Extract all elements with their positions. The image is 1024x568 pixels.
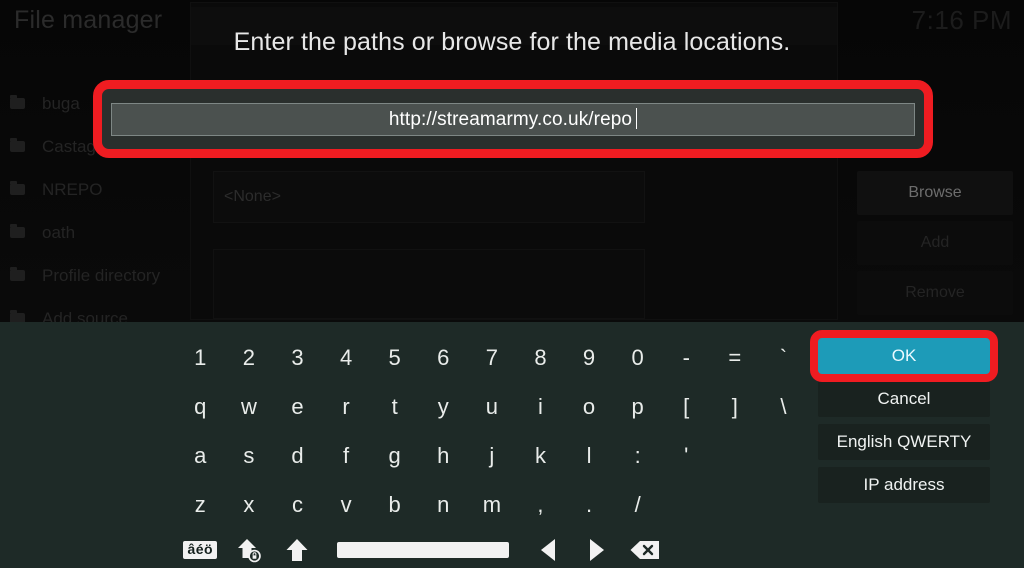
keyboard-key-e[interactable]: e: [273, 384, 322, 430]
keyboard-key-][interactable]: ]: [711, 384, 760, 430]
remove-button[interactable]: Remove: [857, 271, 1013, 315]
keyboard-layout-button[interactable]: English QWERTY: [818, 424, 990, 460]
keyboard-key-:[interactable]: :: [613, 433, 662, 479]
accent-key-label: âéö: [183, 540, 218, 560]
keyboard-key-x[interactable]: x: [225, 482, 274, 528]
folder-icon: [10, 224, 25, 238]
source-path-listbox[interactable]: <None>: [213, 171, 645, 223]
keyboard-key-o[interactable]: o: [565, 384, 614, 430]
keyboard-key-1[interactable]: 1: [176, 335, 225, 381]
add-button[interactable]: Add: [857, 221, 1013, 265]
keyboard-key-6[interactable]: 6: [419, 335, 468, 381]
keyboard-key-m[interactable]: m: [468, 482, 517, 528]
keyboard-key-`[interactable]: `: [759, 335, 808, 381]
list-item-label: Castagn: [42, 136, 106, 156]
keyboard-row-1: 1 2 3 4 5 6 7 8 9 0- = `: [176, 335, 806, 381]
shift-key[interactable]: [273, 530, 322, 568]
keyboard-key-i[interactable]: i: [516, 384, 565, 430]
browse-button[interactable]: Browse: [857, 171, 1013, 215]
keyboard-key-/[interactable]: /: [613, 482, 662, 528]
keyboard-row-3: a s d f g h j k l: ': [176, 433, 806, 479]
keyboard-key-b[interactable]: b: [370, 482, 419, 528]
keyboard-key-r[interactable]: r: [322, 384, 371, 430]
folder-icon: [10, 95, 25, 109]
keyboard-key-0[interactable]: 0: [613, 335, 662, 381]
arrow-right-icon: [589, 539, 604, 561]
keyboard-key-j[interactable]: j: [468, 433, 517, 479]
keyboard-key-k[interactable]: k: [516, 433, 565, 479]
keyboard-key-h[interactable]: h: [419, 433, 468, 479]
shift-arrow-icon: [286, 539, 308, 561]
keyboard-key-u[interactable]: u: [468, 384, 517, 430]
cancel-button[interactable]: Cancel: [818, 381, 990, 417]
ip-address-button[interactable]: IP address: [818, 467, 990, 503]
keyboard-key-[[interactable]: [: [662, 384, 711, 430]
keyboard-key-q[interactable]: q: [176, 384, 225, 430]
keyboard-key-'[interactable]: ': [662, 433, 711, 479]
keyboard-action-buttons: OK Cancel English QWERTY IP address: [818, 338, 990, 510]
source-path-value: <None>: [224, 188, 281, 205]
keyboard-key-.[interactable]: .: [565, 482, 614, 528]
accent-key[interactable]: âéö: [176, 530, 225, 568]
keyboard-row-2: q w e r t y u i o p[] \: [176, 384, 806, 430]
backspace-icon: [630, 541, 660, 559]
keyboard-key-a[interactable]: a: [176, 433, 225, 479]
screen-root: File manager 7:16 PM <None> Browse Add R…: [0, 0, 1024, 568]
keyboard-key-y[interactable]: y: [419, 384, 468, 430]
keyboard-key-z[interactable]: z: [176, 482, 225, 528]
cursor-right-key[interactable]: [572, 530, 621, 568]
keyboard-key-v[interactable]: v: [322, 482, 371, 528]
folder-icon: [10, 267, 25, 281]
folder-icon: [10, 181, 25, 195]
keyboard-key-2[interactable]: 2: [225, 335, 274, 381]
list-item[interactable]: oath: [0, 211, 195, 254]
keyboard-key-f[interactable]: f: [322, 433, 371, 479]
keyboard-key-w[interactable]: w: [225, 384, 274, 430]
keyboard-key-5[interactable]: 5: [370, 335, 419, 381]
ok-button[interactable]: OK: [818, 338, 990, 374]
keyboard-key-n[interactable]: n: [419, 482, 468, 528]
list-item-label: buga: [42, 93, 80, 113]
keyboard-key-l[interactable]: l: [565, 433, 614, 479]
keyboard-key-s[interactable]: s: [225, 433, 274, 479]
keyboard-key-p[interactable]: p: [613, 384, 662, 430]
keyboard-key-d[interactable]: d: [273, 433, 322, 479]
list-item-label: oath: [42, 222, 76, 242]
space-key[interactable]: [336, 542, 509, 558]
list-item[interactable]: Profile directory: [0, 254, 195, 297]
caps-lock-icon: [237, 539, 261, 563]
text-input-value: http://streamarmy.co.uk/repo: [389, 108, 638, 131]
folder-icon: [10, 138, 25, 152]
keyboard-key-9[interactable]: 9: [565, 335, 614, 381]
keyboard-row-4: z x c v b n m,. /: [176, 482, 806, 528]
keyboard-key-\[interactable]: \: [759, 384, 808, 430]
keyboard-key-4[interactable]: 4: [322, 335, 371, 381]
keyboard-key-,[interactable]: ,: [516, 482, 565, 528]
keyboard-key-8[interactable]: 8: [516, 335, 565, 381]
backspace-key[interactable]: [621, 530, 670, 568]
keyboard-key-3[interactable]: 3: [273, 335, 322, 381]
text-caret: [636, 108, 638, 129]
keyboard-key-7[interactable]: 7: [468, 335, 517, 381]
caps-lock-key[interactable]: [225, 530, 274, 568]
keyboard-key-=[interactable]: =: [711, 335, 760, 381]
keyboard-key-g[interactable]: g: [370, 433, 419, 479]
list-item-label: NREPO: [42, 179, 103, 199]
keyboard-key--[interactable]: -: [662, 335, 711, 381]
list-item[interactable]: NREPO: [0, 168, 195, 211]
arrow-left-icon: [541, 539, 556, 561]
source-name-listbox[interactable]: [213, 249, 645, 319]
list-item-label: Profile directory: [42, 265, 161, 285]
dialog-prompt: Enter the paths or browse for the media …: [233, 28, 791, 56]
keyboard-key-c[interactable]: c: [273, 482, 322, 528]
keyboard-key-t[interactable]: t: [370, 384, 419, 430]
text-input-field[interactable]: http://streamarmy.co.uk/repo: [111, 103, 915, 136]
cursor-left-key[interactable]: [524, 530, 573, 568]
keyboard-function-row: âéö: [176, 530, 806, 568]
